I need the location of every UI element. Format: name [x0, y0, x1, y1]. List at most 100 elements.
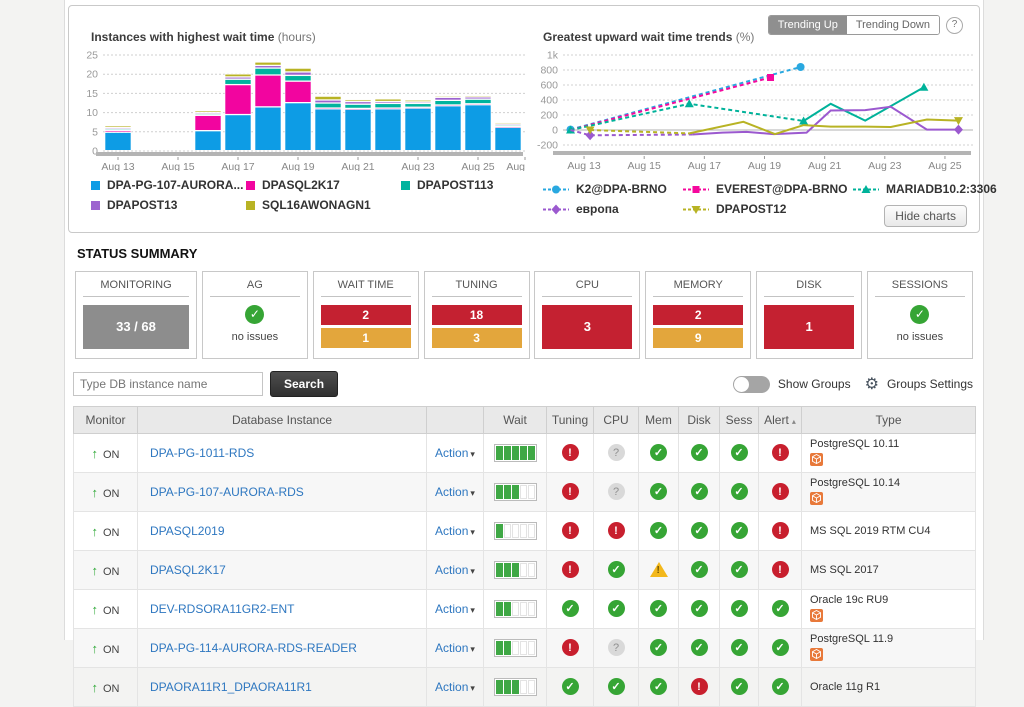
tuning-critical-icon: ! — [562, 561, 579, 578]
status-card-monitoring[interactable]: MONITORING33 / 68 — [75, 271, 197, 359]
wait-level-indicator — [494, 678, 537, 696]
legend-swatch-icon — [246, 201, 255, 210]
hide-charts-button[interactable]: Hide charts — [884, 205, 967, 227]
status-card-memory[interactable]: MEMORY29 — [645, 271, 751, 359]
charts-panel: Trending Up Trending Down ? Instances wi… — [68, 5, 980, 233]
groups-settings-label[interactable]: Groups Settings — [887, 377, 973, 391]
sess-status-cell: ✓ — [720, 668, 759, 707]
legend-item[interactable]: DPAPOST12 — [683, 202, 853, 216]
legend-item[interactable]: DPAPOST113 — [401, 178, 493, 192]
monitor-cell[interactable]: ↑ON — [74, 590, 138, 629]
status-card-tuning[interactable]: TUNING183 — [424, 271, 530, 359]
svg-text:Aug: Aug — [506, 161, 525, 171]
search-button[interactable]: Search — [270, 371, 338, 397]
show-groups-toggle[interactable] — [733, 376, 770, 393]
legend-item[interactable]: SQL16AWONAGN1 — [246, 198, 401, 212]
cube-glyph — [812, 649, 821, 659]
db-instance-link[interactable]: DPA-PG-107-AURORA-RDS — [138, 485, 304, 499]
db-instance-link[interactable]: DPA-PG-1011-RDS — [138, 446, 254, 460]
wait-cell — [484, 629, 547, 668]
sess-status-cell: ✓ — [720, 434, 759, 473]
monitor-cell[interactable]: ↑ON — [74, 473, 138, 512]
bar-chart-container: Instances with highest wait time (hours)… — [77, 30, 529, 222]
circle-legend-marker-icon — [543, 184, 569, 195]
caret-down-icon: ▾ — [470, 644, 475, 654]
status-card-cpu[interactable]: CPU3 — [534, 271, 640, 359]
status-card-wait-time[interactable]: WAIT TIME21 — [313, 271, 419, 359]
legend-item[interactable]: DPA-PG-107-AURORA... — [91, 178, 246, 192]
action-dropdown[interactable]: Action▾ — [435, 485, 475, 499]
alert-critical-icon: ! — [772, 444, 789, 461]
alert-critical-icon: ! — [772, 522, 789, 539]
bar-chart-title-text: Instances with highest wait time — [91, 30, 274, 44]
alert-ok-icon: ✓ — [772, 639, 789, 656]
content-area: Trending Up Trending Down ? Instances wi… — [64, 0, 984, 640]
svg-text:Aug 21: Aug 21 — [341, 161, 374, 171]
legend-item[interactable]: DPAPOST13 — [91, 198, 246, 212]
line-chart-container: Greatest upward wait time trends (%) 1k8… — [529, 30, 997, 222]
legend-label: DPAPOST12 — [716, 202, 786, 216]
tuning-ok-icon: ✓ — [562, 678, 579, 695]
critical-count-bar: 2 — [321, 305, 411, 325]
db-instance-link[interactable]: DEV-RDSORA11GR2-ENT — [138, 602, 294, 616]
gear-icon[interactable]: ⚙ — [865, 374, 879, 394]
legend-item[interactable]: K2@DPA-BRNO — [543, 182, 683, 196]
legend-item[interactable]: MARIADB10.2:3306 — [853, 182, 997, 196]
col-alert[interactable]: Alert▴ — [759, 407, 802, 434]
disk-ok-icon: ✓ — [691, 561, 708, 578]
status-card-title: MONITORING — [83, 279, 189, 297]
action-dropdown[interactable]: Action▾ — [435, 563, 475, 577]
toolbar-right: Show Groups ⚙ Groups Settings — [733, 374, 973, 394]
help-icon[interactable]: ? — [946, 17, 963, 34]
cpu-ok-icon: ✓ — [608, 678, 625, 695]
db-instance-link[interactable]: DPASQL2K17 — [138, 563, 226, 577]
svg-text:Aug 15: Aug 15 — [161, 161, 194, 171]
monitor-cell[interactable]: ↑ON — [74, 512, 138, 551]
svg-text:Aug 17: Aug 17 — [688, 160, 721, 172]
status-card-title: TUNING — [432, 279, 522, 297]
search-input[interactable] — [73, 372, 263, 396]
type-cell: PostgreSQL 10.11 — [802, 434, 976, 473]
monitor-cell[interactable]: ↑ON — [74, 551, 138, 590]
status-card-disk[interactable]: DISK1 — [756, 271, 862, 359]
svg-text:600: 600 — [540, 80, 558, 92]
triangle-up-legend-marker-icon — [853, 184, 879, 195]
cube-glyph — [812, 610, 821, 620]
sess-status-cell: ✓ — [720, 512, 759, 551]
sess-ok-icon: ✓ — [731, 522, 748, 539]
db-instance-link[interactable]: DPASQL2019 — [138, 524, 225, 538]
monitor-cell[interactable]: ↑ON — [74, 668, 138, 707]
legend-item[interactable]: DPASQL2K17 — [246, 178, 401, 192]
mem-status-cell: ✓ — [639, 668, 679, 707]
trending-up-button[interactable]: Trending Up — [769, 16, 847, 34]
db-type-label: PostgreSQL 10.14 — [810, 477, 975, 490]
wait-cell — [484, 590, 547, 629]
warning-count-bar: 3 — [432, 328, 522, 348]
action-dropdown[interactable]: Action▾ — [435, 680, 475, 694]
cpu-status-cell: ✓ — [594, 551, 639, 590]
legend-label: K2@DPA-BRNO — [576, 182, 667, 196]
svg-text:15: 15 — [86, 88, 98, 100]
action-dropdown[interactable]: Action▾ — [435, 602, 475, 616]
alert-status-cell: ! — [759, 473, 802, 512]
legend-item[interactable]: EVEREST@DPA-BRNO — [683, 182, 853, 196]
trending-down-button[interactable]: Trending Down — [847, 16, 939, 34]
monitor-cell[interactable]: ↑ON — [74, 434, 138, 473]
action-dropdown[interactable]: Action▾ — [435, 446, 475, 460]
status-card-ag[interactable]: AG✓no issues — [202, 271, 308, 359]
alert-critical-icon: ! — [772, 561, 789, 578]
status-card-sessions[interactable]: SESSIONS✓no issues — [867, 271, 973, 359]
action-dropdown[interactable]: Action▾ — [435, 524, 475, 538]
cpu-unknown-icon: ? — [608, 483, 625, 500]
action-cell: Action▾ — [427, 473, 484, 512]
cpu-ok-icon: ✓ — [608, 600, 625, 617]
trend-toggle-group: Trending Up Trending Down — [768, 15, 940, 35]
show-groups-label: Show Groups — [778, 377, 851, 391]
cpu-status-cell: ✓ — [594, 590, 639, 629]
legend-item[interactable]: европа — [543, 202, 683, 216]
trend-controls: Trending Up Trending Down ? — [768, 15, 963, 35]
action-dropdown[interactable]: Action▾ — [435, 641, 475, 655]
db-instance-link[interactable]: DPAORA11R1_DPAORA11R1 — [138, 680, 312, 694]
monitor-cell[interactable]: ↑ON — [74, 629, 138, 668]
db-instance-link[interactable]: DPA-PG-114-AURORA-RDS-READER — [138, 641, 357, 655]
